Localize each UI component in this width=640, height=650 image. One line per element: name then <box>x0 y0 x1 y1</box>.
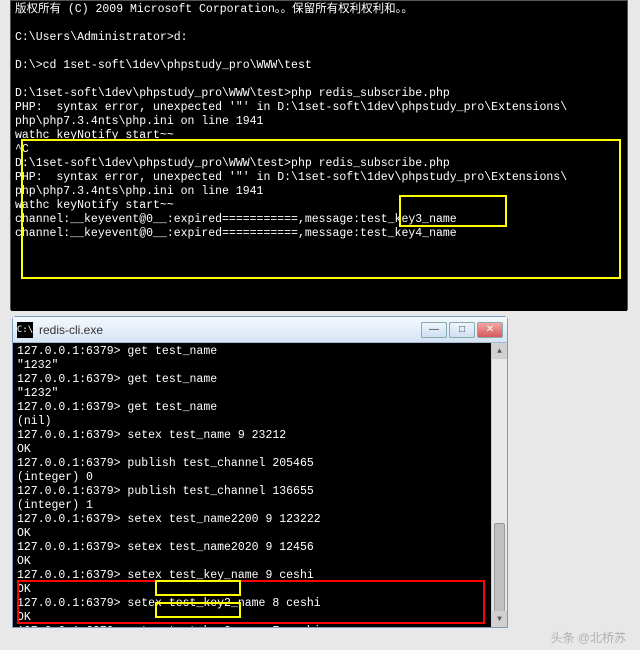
minimize-button[interactable]: — <box>421 322 447 338</box>
cmd-icon: C:\ <box>17 322 33 338</box>
scroll-up-icon[interactable]: ▲ <box>492 343 507 359</box>
redis-cli-window: C:\ redis-cli.exe — □ ✕ 127.0.0.1:6379> … <box>12 316 508 628</box>
window-title: redis-cli.exe <box>39 323 421 337</box>
cmd-window: 版权所有 (C) 2009 Microsoft Corporation。。保留所… <box>10 0 628 310</box>
titlebar[interactable]: C:\ redis-cli.exe — □ ✕ <box>13 317 507 343</box>
scroll-down-icon[interactable]: ▼ <box>492 611 507 627</box>
cmd-terminal[interactable]: 版权所有 (C) 2009 Microsoft Corporation。。保留所… <box>11 1 627 311</box>
watermark: 头条 @北桥苏 <box>550 629 626 646</box>
close-button[interactable]: ✕ <box>477 322 503 338</box>
window-buttons: — □ ✕ <box>421 322 503 338</box>
redis-terminal[interactable]: 127.0.0.1:6379> get test_name "1232" 127… <box>13 343 507 627</box>
maximize-button[interactable]: □ <box>449 322 475 338</box>
scroll-thumb[interactable] <box>494 523 505 613</box>
scrollbar[interactable]: ▲ ▼ <box>491 343 507 627</box>
